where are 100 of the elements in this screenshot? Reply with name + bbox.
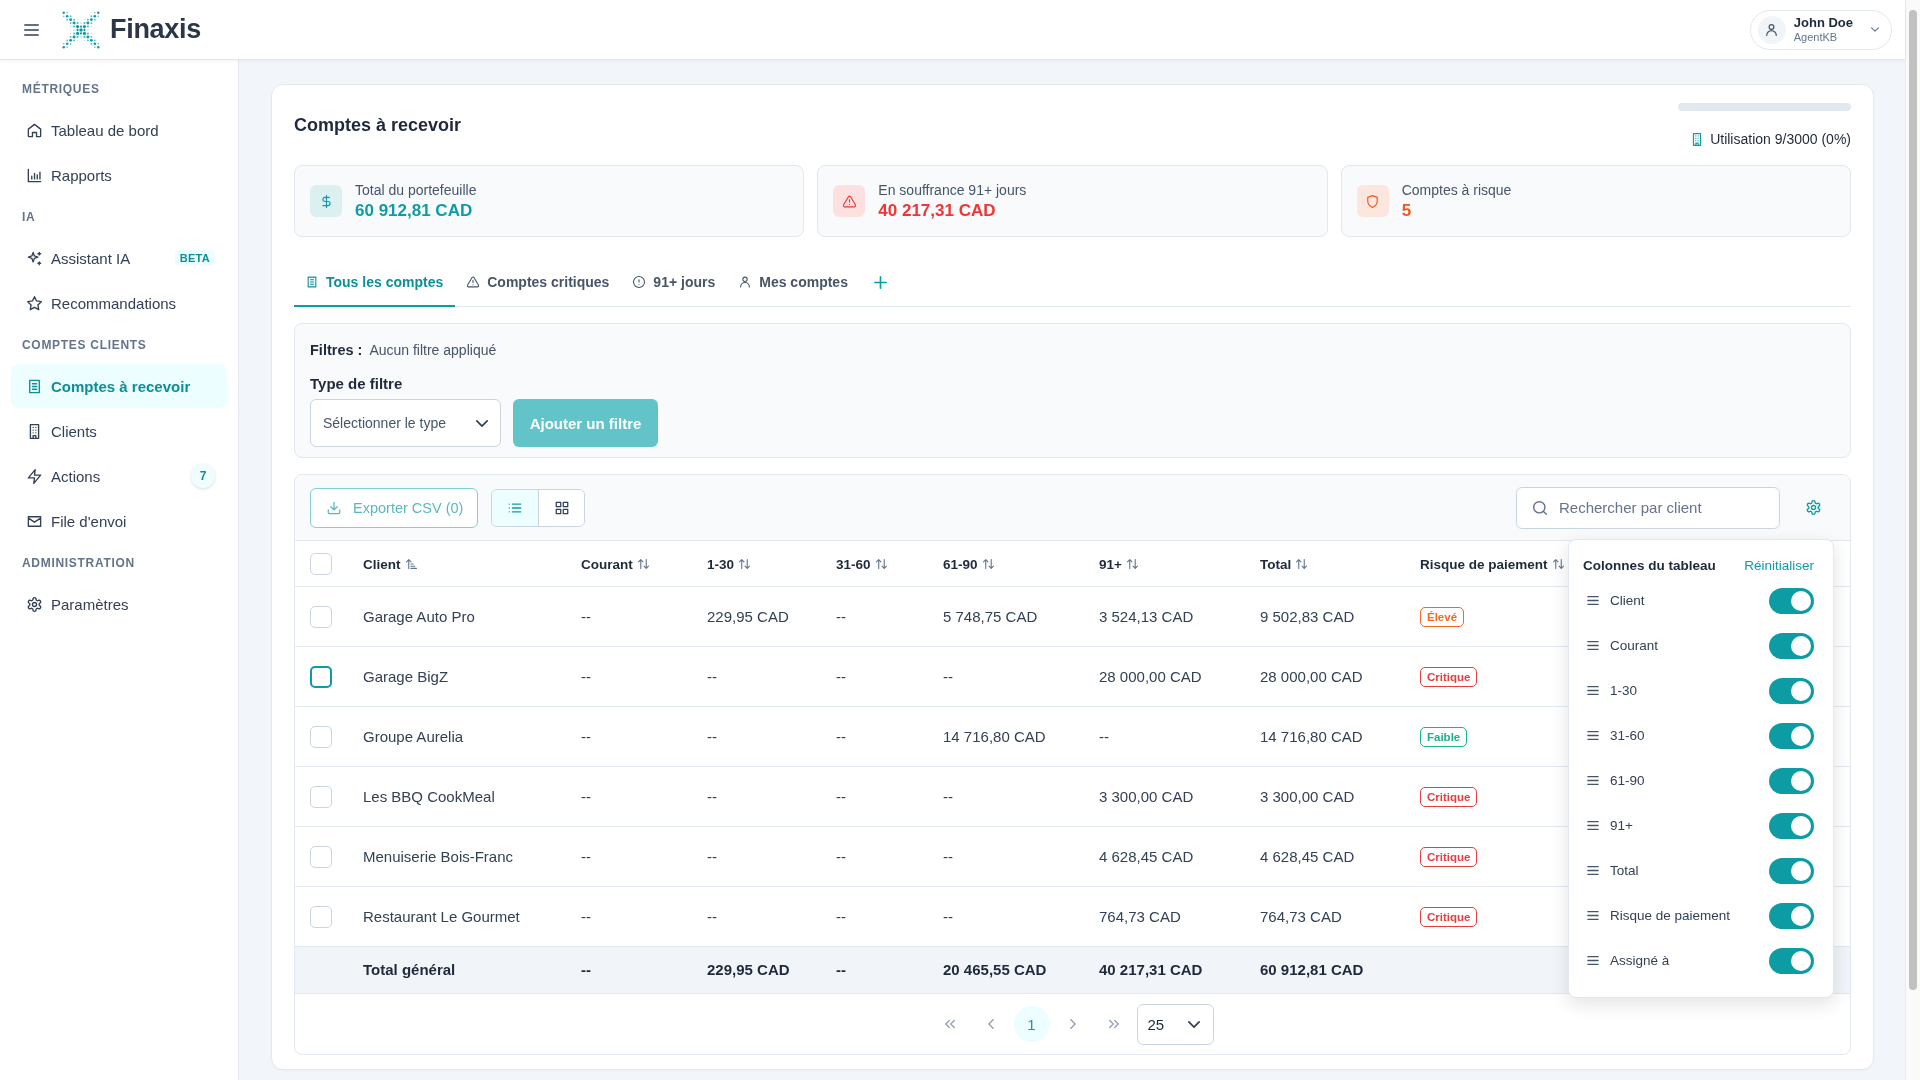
sort-icon[interactable] xyxy=(1552,558,1564,570)
count-badge: 7 xyxy=(191,464,215,488)
table-cell: 229,95 CAD xyxy=(707,607,789,625)
chevron-left-icon xyxy=(985,1019,996,1029)
column-label: Assigné à xyxy=(1610,953,1670,968)
table-cell: 28 000,00 CAD xyxy=(1260,667,1363,685)
table-cell: 20 465,55 CAD xyxy=(943,961,1047,978)
sort-ascending-icon[interactable] xyxy=(405,558,417,570)
nav-item[interactable]: File d'envoi xyxy=(11,499,227,543)
search-field[interactable]: Rechercher par client xyxy=(1516,486,1780,529)
table-cell: -- xyxy=(581,907,591,925)
filter-label: Filtres : xyxy=(310,341,363,360)
building-icon xyxy=(1692,132,1703,146)
grid-view-button[interactable] xyxy=(538,489,585,526)
sort-icon[interactable] xyxy=(1126,558,1138,570)
table-cell: 764,73 CAD xyxy=(1260,907,1342,925)
table-cell: 764,73 CAD xyxy=(1099,907,1181,925)
app-name: Finaxis xyxy=(110,14,201,45)
table-cell: 3 300,00 CAD xyxy=(1260,787,1355,805)
risk-badge: Critique xyxy=(1420,786,1478,807)
user-role: AgentKB xyxy=(1793,30,1838,45)
table-cell: -- xyxy=(836,961,846,978)
filter-type-select[interactable]: Sélectionner le type xyxy=(310,399,501,447)
column-label: 1-30 xyxy=(1610,683,1638,698)
menu-icon[interactable] xyxy=(24,23,39,36)
nav-item[interactable]: Recommandations xyxy=(11,281,227,325)
column-header[interactable]: Total xyxy=(1260,556,1308,572)
nav-item[interactable]: Rapports xyxy=(11,153,227,197)
table-cell: Total général xyxy=(363,961,456,978)
drag-handle-icon[interactable] xyxy=(1587,686,1599,695)
tab[interactable]: 91+ jours xyxy=(621,259,728,307)
nav-item[interactable]: Comptes à recevoir xyxy=(11,364,227,408)
toggle-switch[interactable] xyxy=(1769,587,1814,614)
table-cell: -- xyxy=(707,727,717,745)
scrollbar-thumb[interactable] xyxy=(1909,10,1917,990)
toggle-switch[interactable] xyxy=(1769,632,1814,659)
table-cell: Menuiserie Bois-Franc xyxy=(363,847,514,865)
column-header[interactable]: Client xyxy=(363,556,417,572)
drag-handle-icon[interactable] xyxy=(1587,911,1599,920)
sort-icon[interactable] xyxy=(1296,558,1308,570)
stat-label: En souffrance 91+ jours xyxy=(878,181,1027,198)
plus-icon[interactable] xyxy=(873,276,887,289)
table-cell: -- xyxy=(1099,727,1109,745)
sort-icon[interactable] xyxy=(637,558,649,570)
drag-handle-icon[interactable] xyxy=(1587,956,1599,965)
nav-item[interactable]: Clients xyxy=(11,409,227,453)
drag-handle-icon[interactable] xyxy=(1587,731,1599,740)
stat-label: Total du portefeuille xyxy=(355,181,477,198)
chevron-down-icon xyxy=(476,419,488,427)
table-cell: 9 502,83 CAD xyxy=(1260,607,1355,625)
column-header[interactable]: Courant xyxy=(581,556,649,572)
bar-chart-icon xyxy=(27,167,42,183)
stat-value: 40 217,31 CAD xyxy=(878,200,996,221)
toggle-switch[interactable] xyxy=(1769,812,1814,839)
chevron-down-icon xyxy=(1187,1020,1200,1028)
toggle-switch[interactable] xyxy=(1769,767,1814,794)
toggle-switch[interactable] xyxy=(1769,947,1814,974)
search-icon xyxy=(1533,500,1547,515)
drag-handle-icon[interactable] xyxy=(1587,596,1599,605)
settings-icon[interactable] xyxy=(1806,500,1821,515)
warning-icon xyxy=(467,276,480,288)
tab[interactable]: Comptes critiques xyxy=(455,259,622,307)
sort-icon[interactable] xyxy=(982,558,994,570)
toggle-switch[interactable] xyxy=(1769,857,1814,884)
column-header[interactable]: Risque de paiement xyxy=(1420,556,1564,572)
shield-icon xyxy=(1356,185,1389,217)
column-header[interactable]: 91+ xyxy=(1099,556,1138,572)
risk-badge: Critique xyxy=(1420,846,1478,867)
sort-icon[interactable] xyxy=(875,558,887,570)
table-cell: -- xyxy=(581,727,591,745)
user-menu[interactable]: John Doe AgentKB xyxy=(1749,9,1892,50)
nav-item[interactable]: Actions 7 xyxy=(11,454,227,498)
house-icon xyxy=(27,122,42,138)
tab[interactable]: Tous les comptes xyxy=(294,259,456,307)
nav-item[interactable]: Tableau de bord xyxy=(11,108,227,152)
drag-handle-icon[interactable] xyxy=(1587,776,1599,785)
table-cell: -- xyxy=(581,787,591,805)
row-checkbox[interactable] xyxy=(310,665,332,688)
drag-handle-icon[interactable] xyxy=(1587,866,1599,875)
toggle-switch[interactable] xyxy=(1769,902,1814,929)
column-header[interactable]: 61-90 xyxy=(943,556,994,572)
page-size-select[interactable]: 25 xyxy=(1136,1003,1214,1045)
column-header[interactable]: 31-60 xyxy=(836,556,887,572)
table-cell: -- xyxy=(707,787,717,805)
stat-label: Comptes à risque xyxy=(1401,181,1512,198)
toggle-switch[interactable] xyxy=(1769,677,1814,704)
drag-handle-icon[interactable] xyxy=(1587,641,1599,650)
toggle-switch[interactable] xyxy=(1769,722,1814,749)
sort-icon[interactable] xyxy=(739,558,751,570)
table-cell: 4 628,45 CAD xyxy=(1260,847,1355,865)
building-icon xyxy=(27,423,42,439)
tab[interactable]: Mes comptes xyxy=(727,259,860,307)
nav-item[interactable]: Paramètres xyxy=(11,582,227,626)
drag-handle-icon[interactable] xyxy=(1587,821,1599,830)
column-label: Client xyxy=(1610,593,1645,608)
nav-item[interactable]: Assistant IA BETA xyxy=(11,236,227,280)
table-cell: -- xyxy=(836,607,846,625)
column-header[interactable]: 1-30 xyxy=(707,556,751,572)
select-all-checkbox[interactable] xyxy=(310,552,332,575)
table-cell: Les BBQ CookMeal xyxy=(363,787,495,805)
